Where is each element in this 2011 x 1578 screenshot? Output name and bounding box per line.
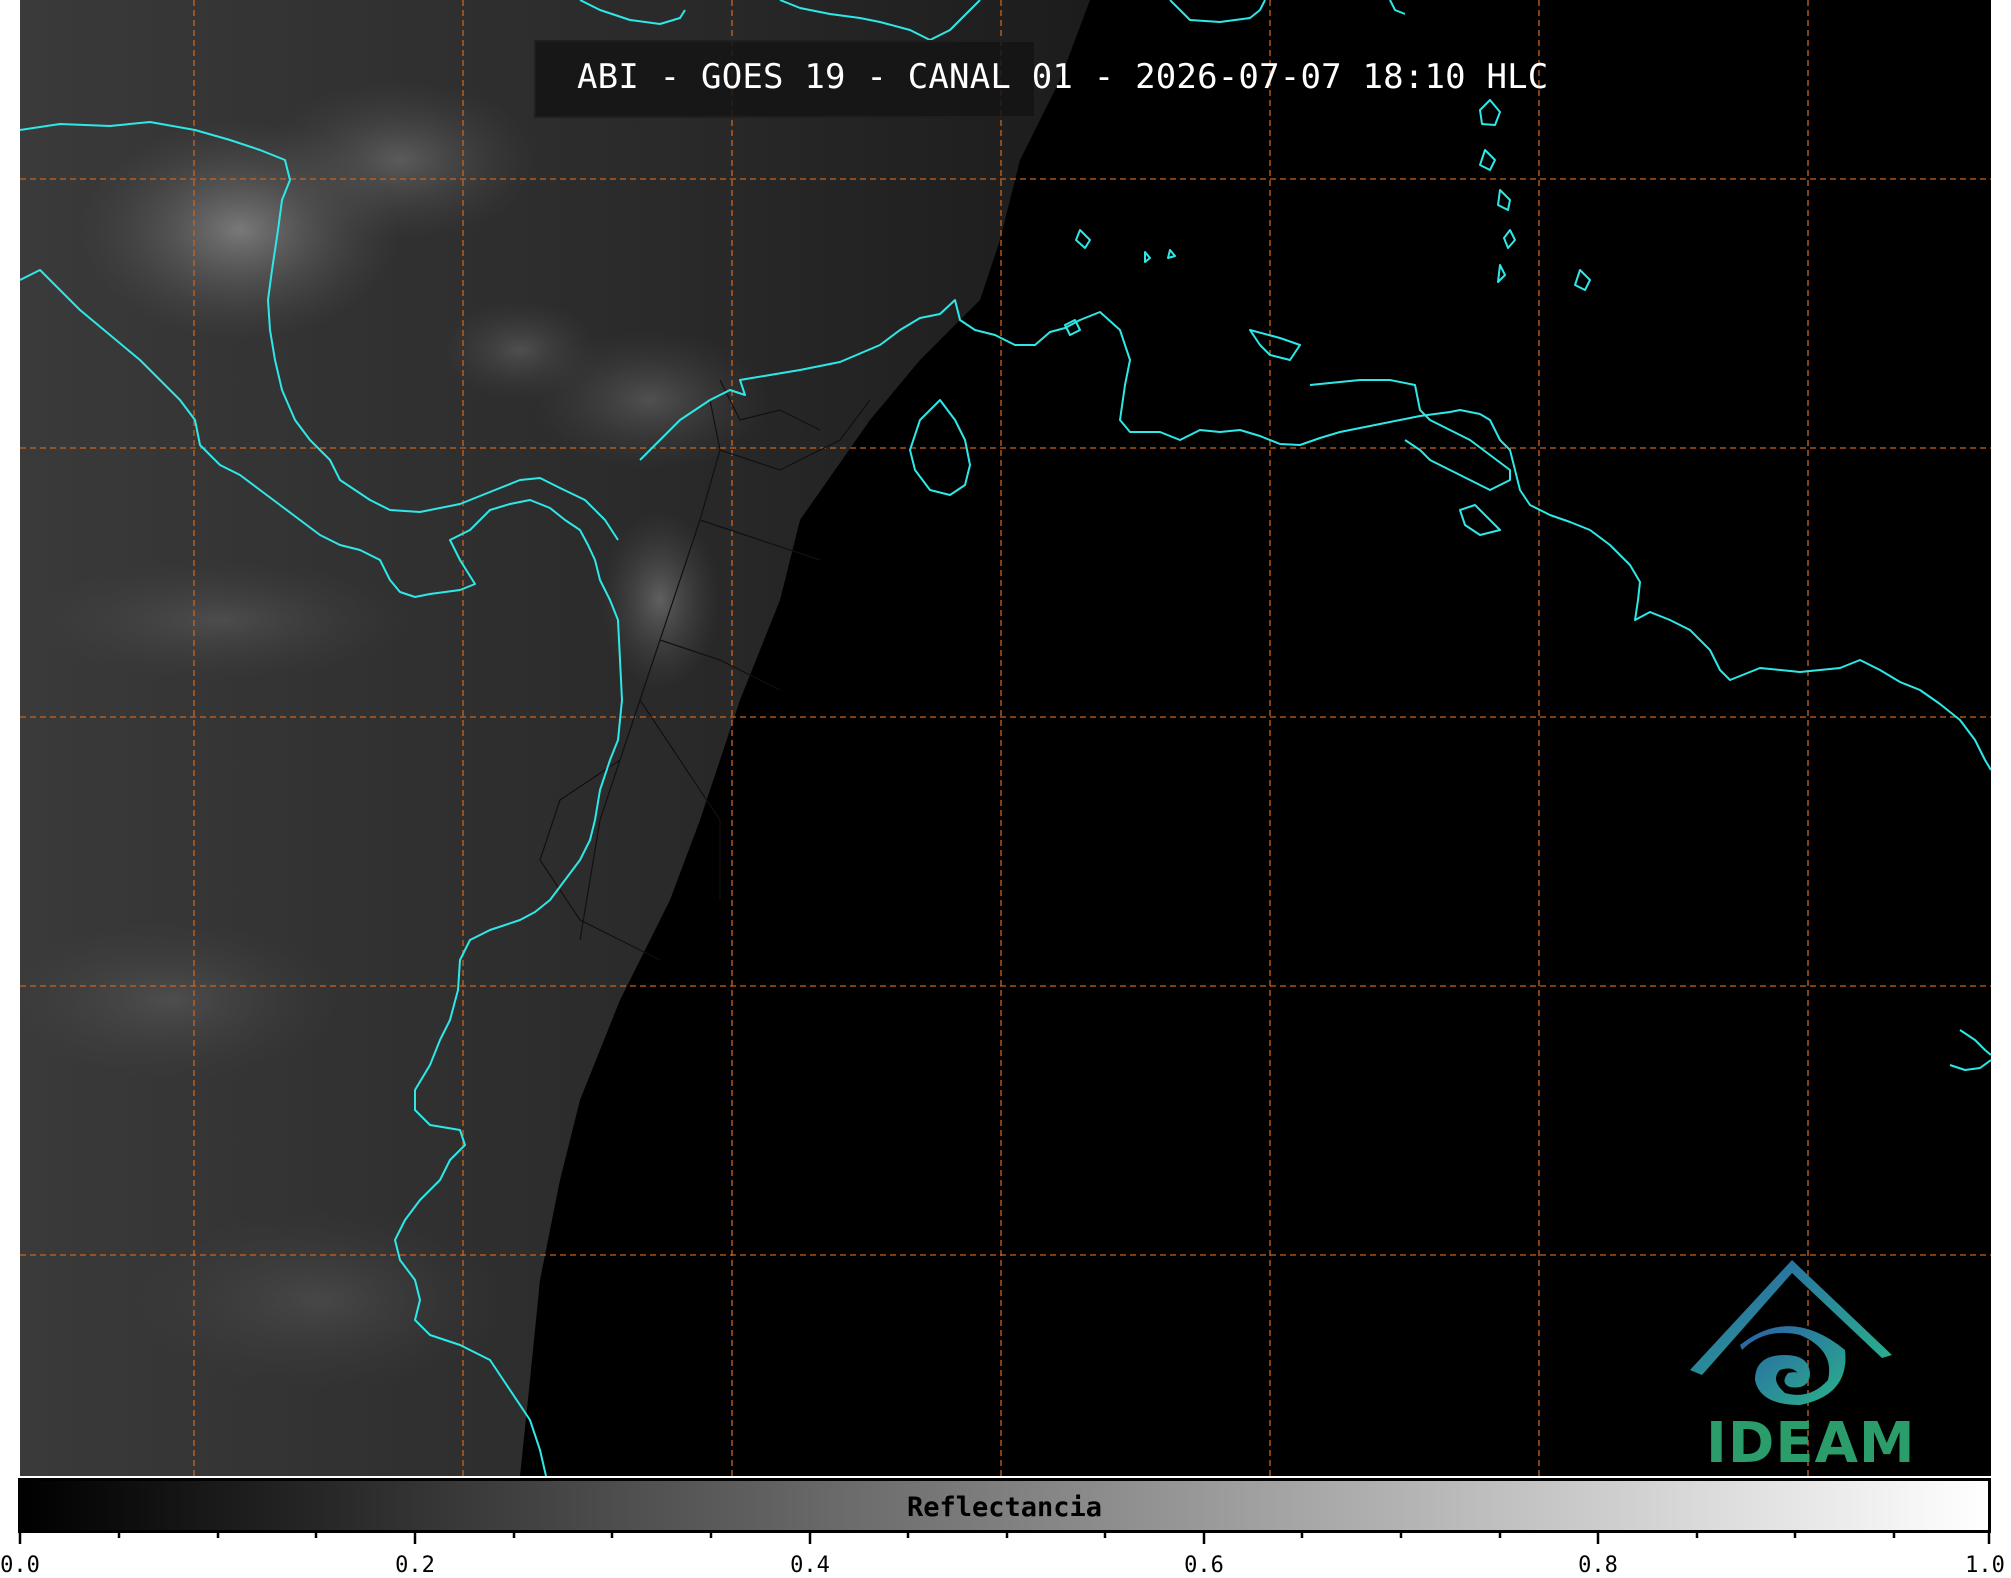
colorbar-tick-label: 0.0 bbox=[0, 1553, 40, 1578]
colorbar-tick-label: 1.0 bbox=[1965, 1553, 2005, 1578]
colorbar-label: Reflectancia bbox=[906, 1492, 1103, 1523]
colorbar-ticks bbox=[18, 1530, 1991, 1544]
map-title: ABI - GOES 19 - CANAL 01 - 2026-07-07 18… bbox=[577, 57, 1549, 97]
logo-text: IDEAM bbox=[1706, 1411, 1916, 1476]
colorbar-tick-label: 0.2 bbox=[395, 1553, 435, 1578]
satellite-map[interactable]: IDEAM ABI - GOES 19 - CANAL 01 - 2026-07… bbox=[20, 0, 1991, 1476]
colorbar-tick-label: 0.4 bbox=[790, 1553, 830, 1578]
colorbar: Reflectancia bbox=[18, 1478, 1991, 1533]
colorbar-tick-label: 0.6 bbox=[1184, 1553, 1224, 1578]
colorbar-tick-label: 0.8 bbox=[1578, 1553, 1618, 1578]
